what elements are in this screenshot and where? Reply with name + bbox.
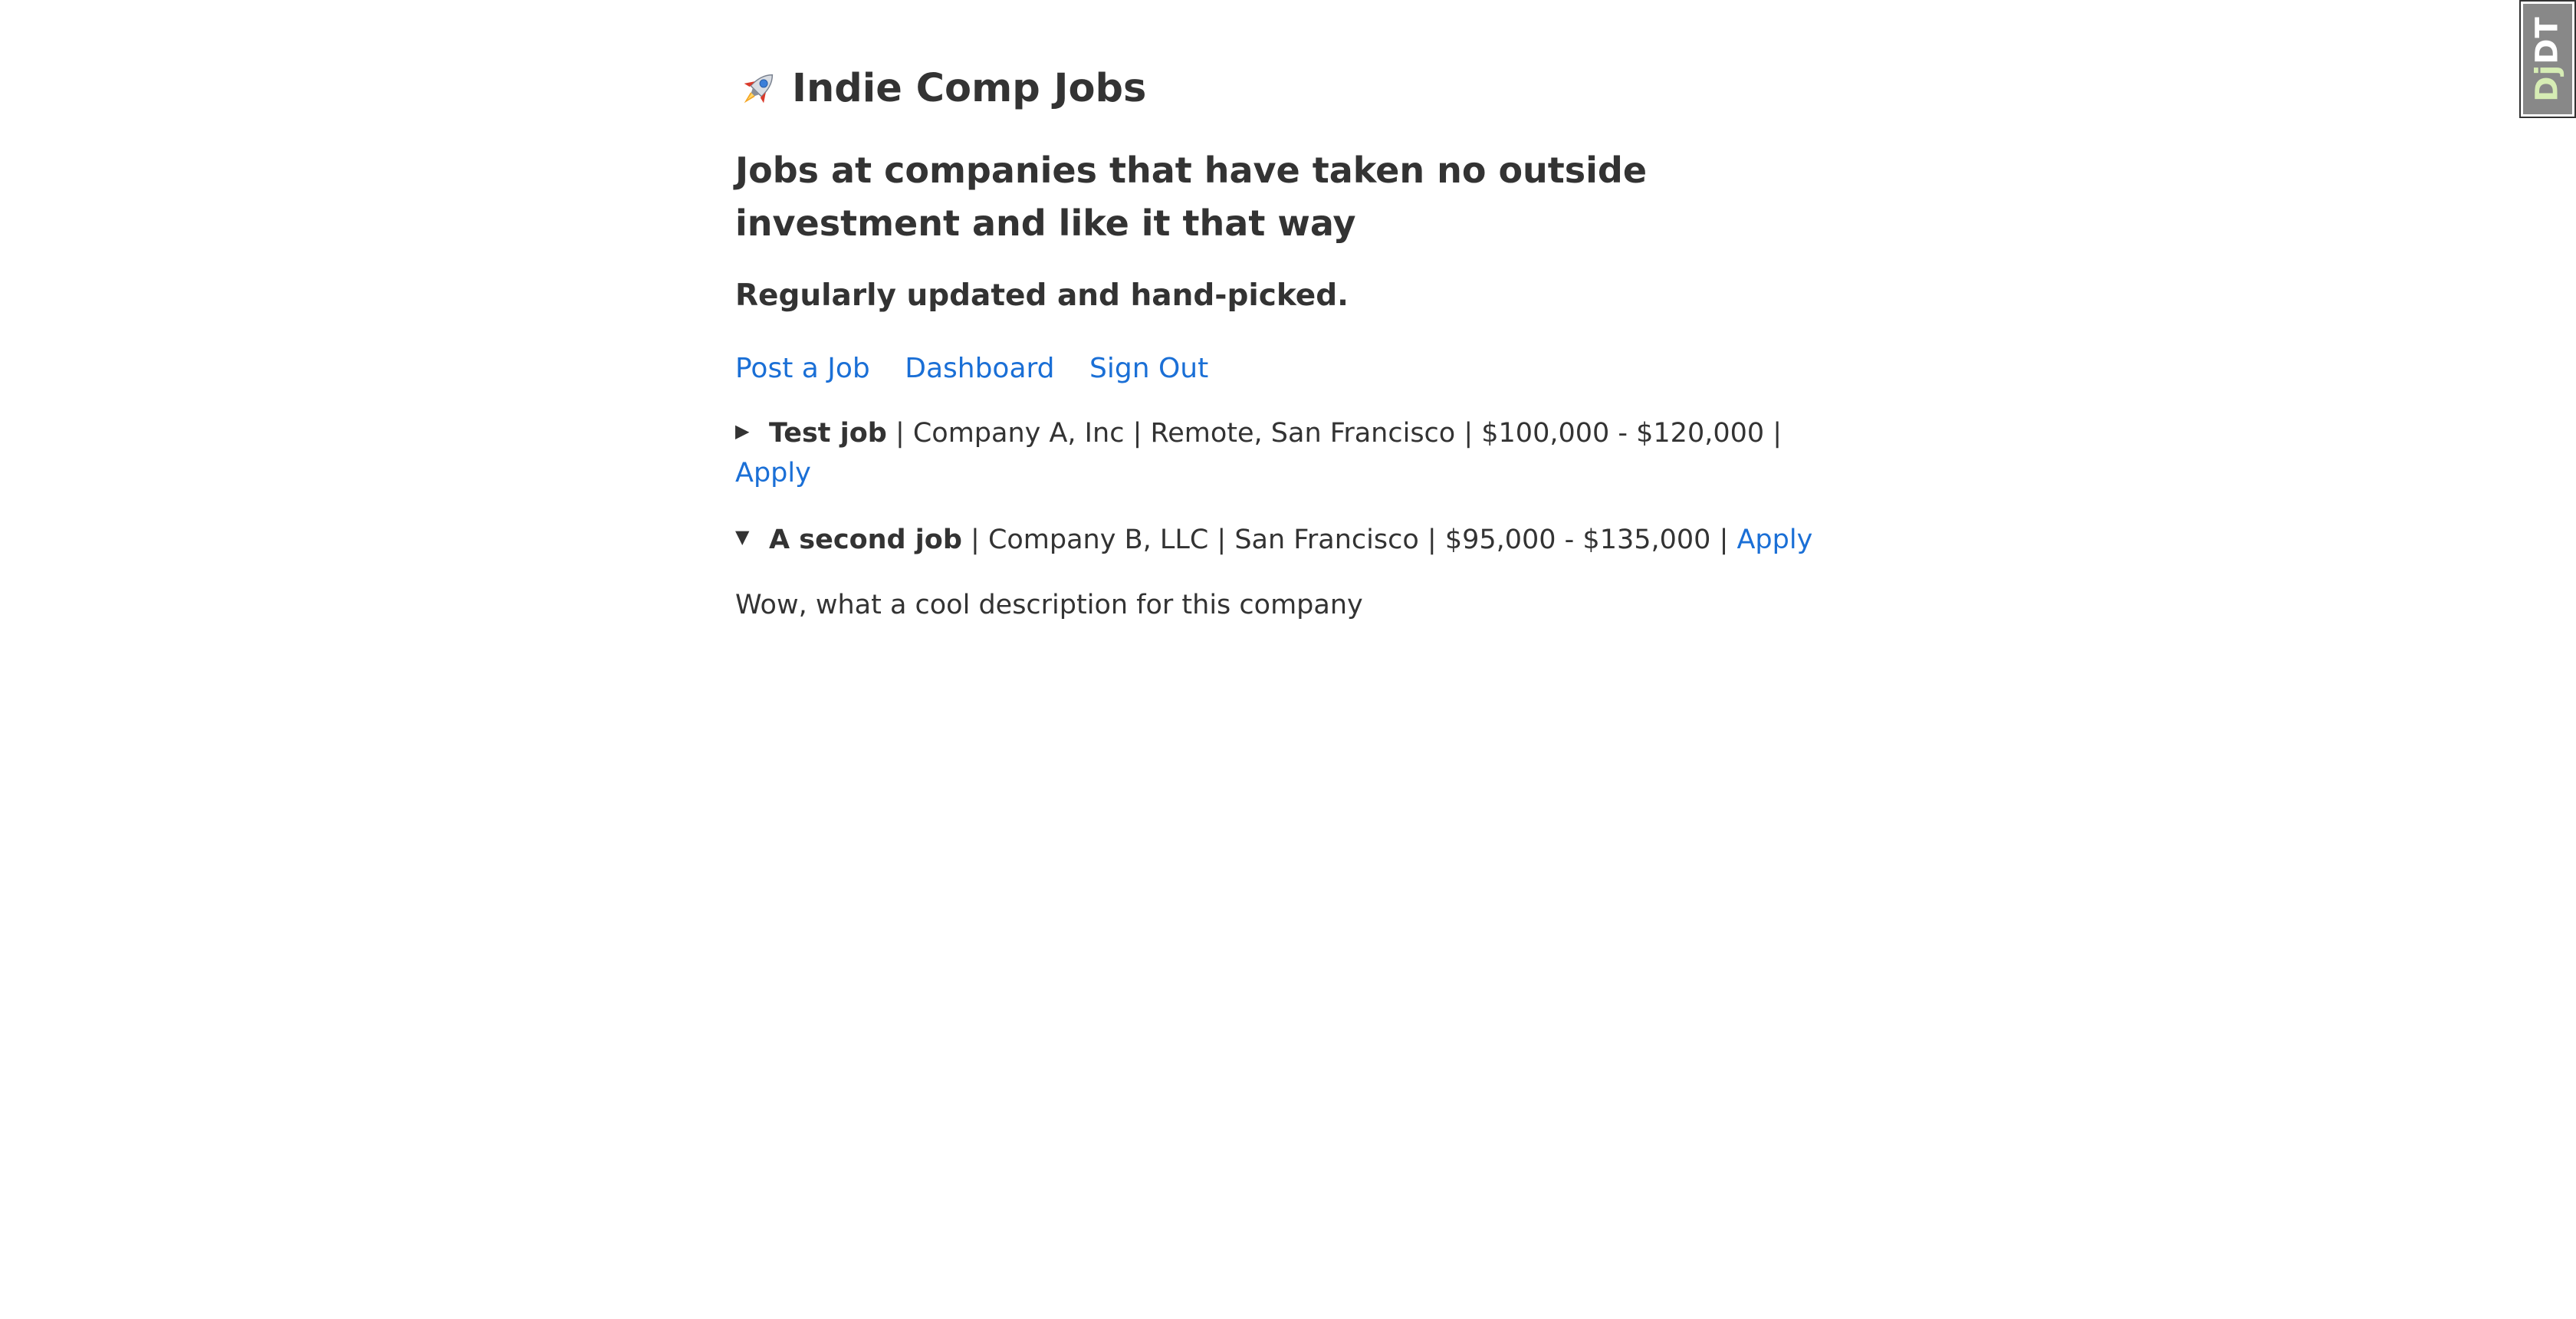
debug-toolbar-handle[interactable]: DjDT — [2519, 0, 2576, 118]
page-title: Indie Comp Jobs — [735, 61, 1839, 117]
job-company: Company A, Inc — [912, 418, 1125, 449]
job-salary: $100,000 - $120,000 — [1481, 418, 1765, 449]
dashboard-link[interactable]: Dashboard — [905, 353, 1054, 384]
main-content: Indie Comp Jobs Jobs at companies that h… — [735, 61, 1839, 625]
job-company: Company B, LLC — [987, 524, 1209, 555]
job-description: Wow, what a cool description for this co… — [735, 590, 1363, 620]
job-title: Test job — [769, 418, 887, 449]
post-job-link[interactable]: Post a Job — [735, 353, 870, 384]
sign-out-link[interactable]: Sign Out — [1089, 353, 1208, 384]
site-title-text: Indie Comp Jobs — [792, 66, 1147, 111]
debug-toolbar-dj: Dj — [2530, 64, 2566, 102]
job-salary: $95,000 - $135,000 — [1444, 524, 1711, 555]
apply-link[interactable]: Apply — [1737, 525, 1812, 555]
tagline: Jobs at companies that have taken no out… — [735, 150, 1648, 244]
collapsed-triangle-icon[interactable]: ▶ — [735, 412, 769, 451]
rocket-icon — [735, 66, 781, 112]
apply-link[interactable]: Apply — [735, 458, 811, 488]
expanded-triangle-icon[interactable]: ▼ — [735, 518, 769, 557]
job-location: San Francisco — [1234, 524, 1419, 555]
debug-toolbar-label[interactable]: DjDT — [2523, 4, 2572, 114]
job-listing[interactable]: ▼ A second job | Company B, LLC | San Fra… — [735, 521, 1839, 561]
nav-links: Post a Job Dashboard Sign Out — [735, 350, 1839, 388]
debug-toolbar-dt: DT — [2530, 16, 2566, 64]
job-listing[interactable]: ▶ Test job | Company A, Inc | Remote, San… — [735, 414, 1824, 493]
job-title: A second job — [769, 524, 962, 555]
subtagline: Regularly updated and hand-picked. — [735, 278, 1349, 313]
job-location: Remote, San Francisco — [1150, 418, 1456, 449]
